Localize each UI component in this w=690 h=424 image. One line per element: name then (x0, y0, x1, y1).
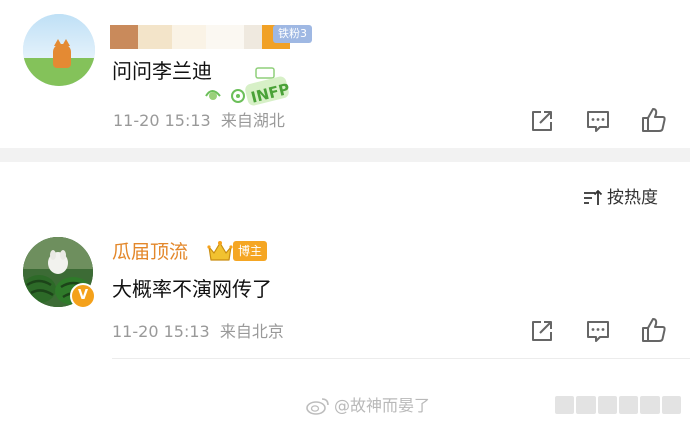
sort-by-hot-button[interactable]: 按热度 (583, 187, 658, 209)
watermark: @故神而晏了 (306, 396, 430, 416)
username[interactable]: 瓜届顶流 (112, 240, 188, 264)
comment-text: 问问李兰迪 (112, 59, 212, 83)
comment-location: 来自北京 (219, 322, 284, 341)
watermark-redacted (555, 396, 681, 414)
share-icon[interactable] (528, 317, 556, 345)
sort-icon (584, 190, 603, 205)
fan-badge: 铁粉3 (273, 25, 312, 43)
share-icon[interactable] (528, 107, 556, 135)
infp-sticker: INFP (205, 67, 292, 106)
comment-time: 11-20 15:13 (113, 111, 211, 130)
verified-badge: V (70, 283, 96, 309)
comment-icon[interactable] (584, 317, 612, 345)
like-icon[interactable] (640, 106, 668, 134)
watermark-text: @故神而晏了 (334, 396, 431, 415)
comment-meta: 11-20 15:13 来自北京 (112, 322, 284, 342)
blogger-badge: 博主 (233, 241, 268, 261)
comment-icon[interactable] (584, 107, 612, 135)
weibo-logo-icon (306, 398, 329, 415)
comment-location: 来自湖北 (220, 111, 285, 130)
crown-icon (207, 241, 233, 261)
comment-time: 11-20 15:13 (112, 322, 210, 341)
avatar-cat (53, 44, 71, 68)
comment-text: 大概率不演网传了 (112, 277, 272, 301)
section-separator (0, 148, 690, 162)
like-icon[interactable] (640, 316, 668, 344)
avatar[interactable] (23, 14, 95, 86)
divider (112, 358, 690, 359)
sort-label: 按热度 (607, 188, 658, 208)
comment-meta: 11-20 15:13 来自湖北 (113, 111, 285, 131)
